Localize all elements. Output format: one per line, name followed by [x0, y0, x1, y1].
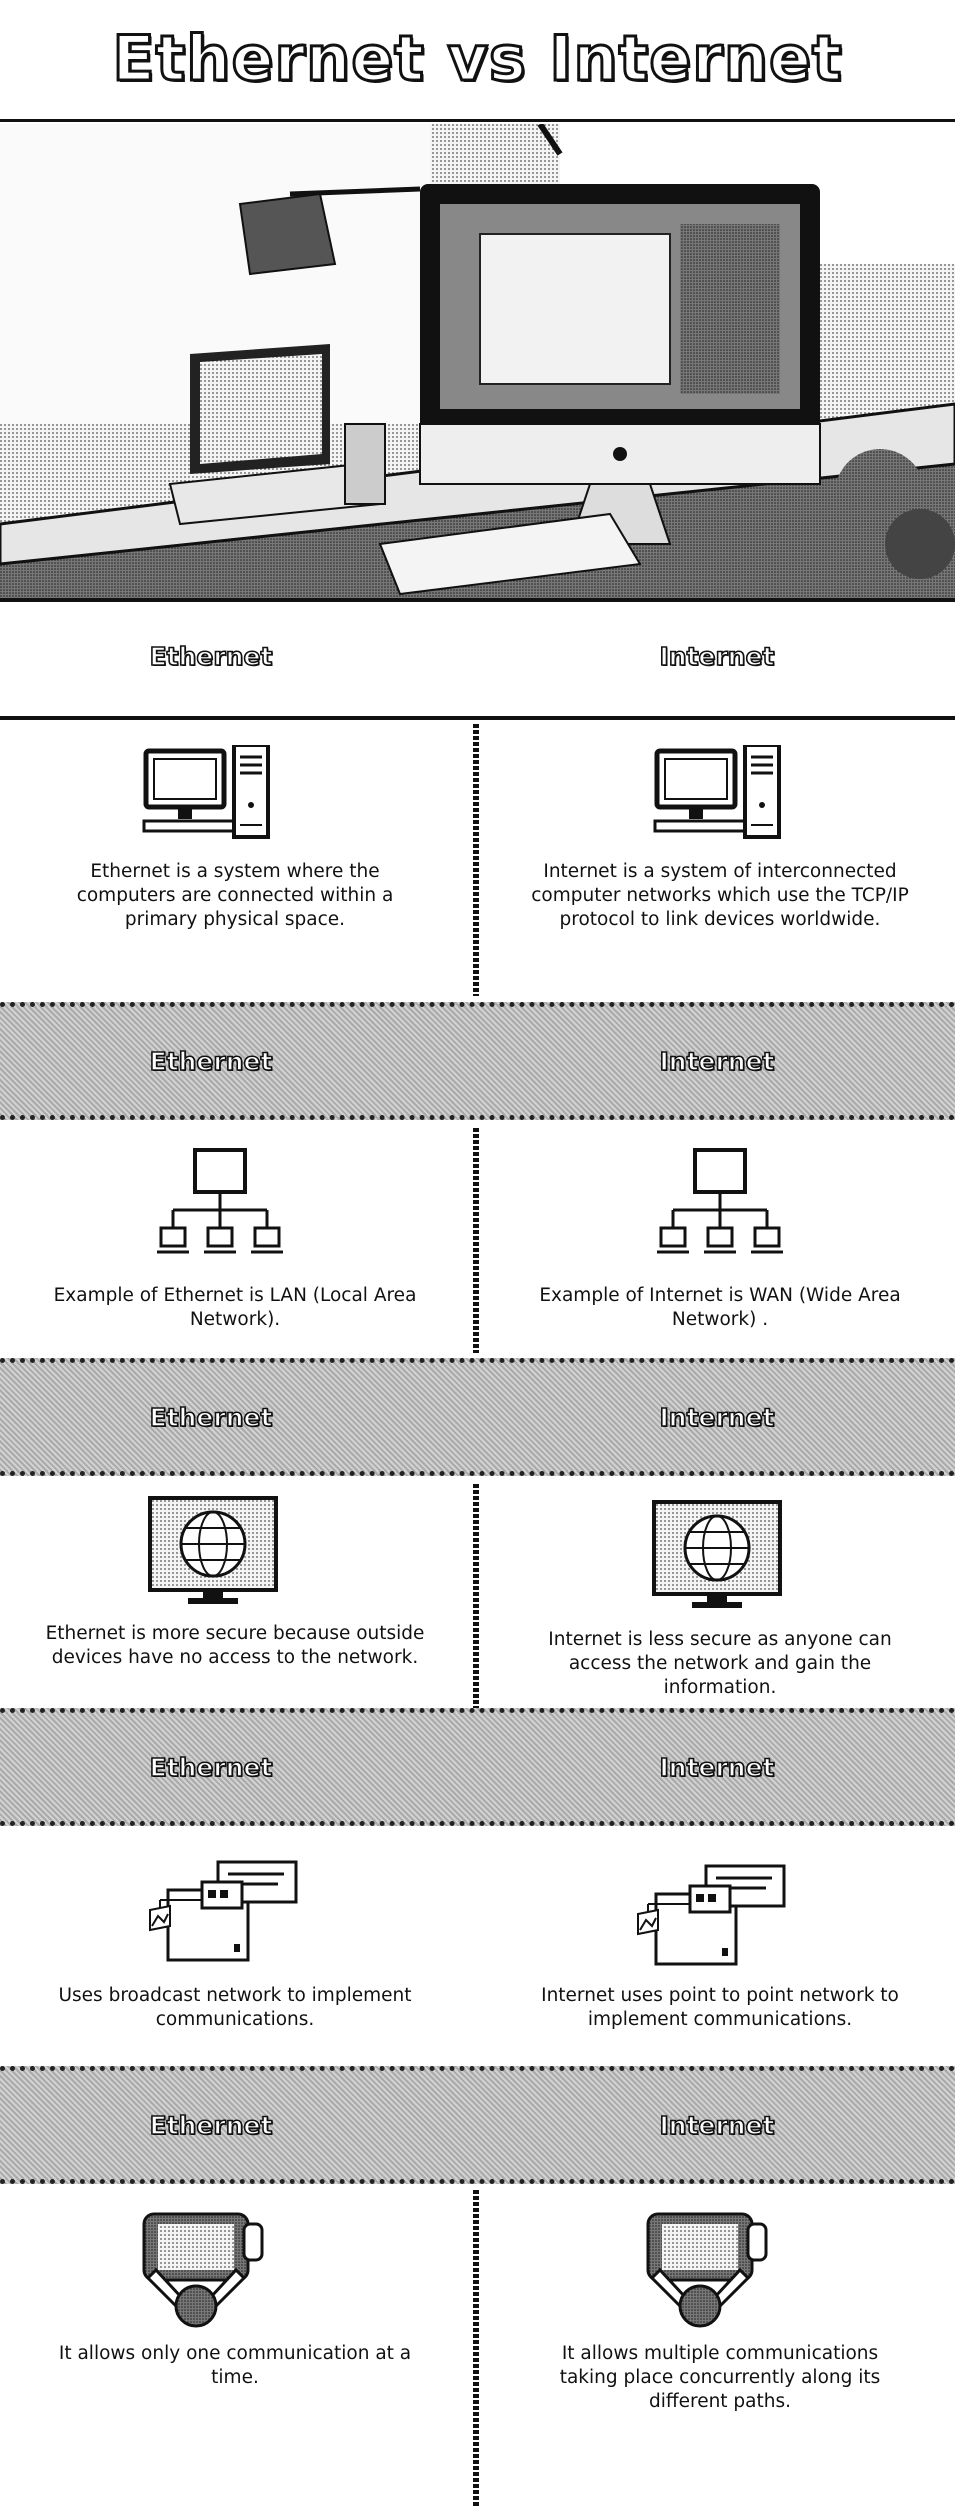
- network-tree-icon: [157, 1148, 283, 1254]
- internet-communication: It allows multiple communications taking…: [559, 2343, 881, 2412]
- section-band: Ethernet Internet: [0, 1358, 955, 1476]
- page-title: Ethernet vs Internet: [111, 21, 843, 97]
- globe-monitor-icon: [148, 1496, 278, 1604]
- band-left-label: Ethernet: [149, 1402, 273, 1433]
- header-right-label: Internet: [659, 641, 776, 672]
- band-left-label: Ethernet: [149, 2110, 273, 2141]
- user-at-laptop-icon: [142, 2212, 264, 2328]
- column-divider: [473, 724, 479, 996]
- network-tree-icon: [657, 1148, 783, 1254]
- section-band: Ethernet Internet: [0, 1002, 955, 1120]
- ethernet-security: Ethernet is more secure because outside …: [45, 1623, 425, 1668]
- band-right-label: Internet: [659, 1046, 776, 1077]
- comparison-header: Ethernet Internet: [0, 606, 955, 720]
- title-bar: Ethernet vs Internet: [0, 0, 955, 122]
- globe-monitor-icon: [652, 1500, 782, 1608]
- band-left-label: Ethernet: [149, 1752, 273, 1783]
- column-divider: [473, 2190, 479, 2506]
- internet-network-type: Internet uses point to point network to …: [541, 1985, 899, 2030]
- section-band: Ethernet Internet: [0, 1708, 955, 1826]
- band-right-label: Internet: [659, 1402, 776, 1433]
- broadcast-screen-icon: [149, 1860, 298, 1962]
- ethernet-communication: It allows only one communication at a ti…: [58, 2343, 412, 2388]
- section-band: Ethernet Internet: [0, 2066, 955, 2184]
- band-right-label: Internet: [659, 1752, 776, 1783]
- band-right-label: Internet: [659, 2110, 776, 2141]
- desktop-computer-icon: [142, 745, 270, 839]
- internet-description: Internet is a system of interconnected c…: [531, 861, 909, 930]
- internet-example: Example of Internet is WAN (Wide Area Ne…: [539, 1285, 901, 1330]
- column-divider: [473, 1128, 479, 1353]
- ethernet-description: Ethernet is a system where the computers…: [76, 861, 394, 930]
- hero-image: [0, 124, 955, 602]
- column-divider: [473, 1484, 479, 1708]
- internet-security: Internet is less secure as anyone can ac…: [548, 1629, 892, 1698]
- user-at-laptop-icon: [646, 2212, 768, 2328]
- ethernet-example: Example of Ethernet is LAN (Local Area N…: [53, 1285, 417, 1330]
- ethernet-network-type: Uses broadcast network to implement comm…: [58, 1985, 412, 2030]
- desktop-computer-icon: [653, 745, 781, 839]
- header-left-label: Ethernet: [149, 641, 273, 672]
- desk-illustration: [0, 124, 955, 598]
- broadcast-screen-icon: [637, 1864, 786, 1966]
- band-left-label: Ethernet: [149, 1046, 273, 1077]
